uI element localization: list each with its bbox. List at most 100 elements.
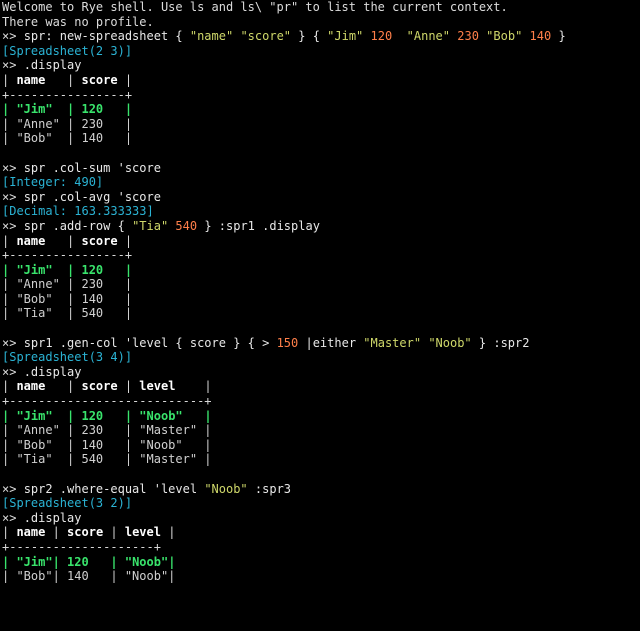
terminal-text: spr .add-row { — [23, 218, 133, 233]
terminal-line: | "Bob" | 140 | "Noob" | — [2, 438, 638, 453]
terminal-line: | "Tia" | 540 | "Master" | — [2, 452, 638, 467]
terminal-line: | "Anne" | 230 | — [2, 277, 638, 292]
terminal-text: | — [2, 379, 17, 394]
terminal-text: [Integer: 490] — [2, 175, 104, 190]
terminal-text: "Jim" — [16, 554, 53, 569]
terminal-text: | — [117, 233, 133, 248]
terminal-line: ×> .display — [2, 511, 638, 526]
terminal-text: | — [45, 72, 82, 87]
terminal-line: | name | score | level | — [2, 379, 638, 394]
shell-prompt: ×> — [2, 160, 24, 175]
terminal-text: | — [2, 554, 17, 569]
terminal-text: | — [88, 554, 125, 569]
terminal-text: | — [2, 262, 17, 277]
terminal-text: | — [2, 233, 17, 248]
shell-prompt: ×> — [2, 189, 24, 204]
terminal-text: 540 — [175, 218, 198, 233]
terminal-text: [Spreadsheet(3 2)] — [2, 496, 133, 511]
terminal-text: "Tia" — [132, 218, 169, 233]
terminal-text: | — [2, 72, 17, 87]
terminal-line: | "Bob" | 140 | — [2, 292, 638, 307]
terminal-line: | "Anne" | 230 | "Master" | — [2, 423, 638, 438]
terminal-text: [Decimal: 163.333333] — [2, 204, 154, 219]
terminal-text: | "Tia" | 540 | — [2, 306, 133, 321]
terminal-text: name — [16, 72, 46, 87]
terminal-line: Welcome to Rye shell. Use ls and ls\ "pr… — [2, 0, 638, 15]
terminal-text: spr1 .gen-col 'level { score } { > — [23, 335, 277, 350]
terminal-line: | "Jim" | 120 | — [2, 263, 638, 278]
terminal-text: 120 — [67, 554, 89, 569]
shell-prompt: ×> — [2, 58, 24, 73]
terminal-text: "Noob" — [204, 481, 248, 496]
terminal-line: +--------------------+ — [2, 540, 638, 555]
terminal-text: | — [52, 408, 82, 423]
terminal-text: "Noob" — [124, 554, 169, 569]
terminal-text: "score" — [240, 29, 292, 44]
terminal-text: spr .col-sum 'score — [23, 160, 161, 175]
terminal-text: | "Bob" | 140 | — [2, 291, 133, 306]
terminal-text: 230 — [457, 29, 479, 44]
terminal-line: | "Jim"| 120 | "Noob"| — [2, 555, 638, 570]
terminal-line: | "Bob" | 140 | — [2, 131, 638, 146]
terminal-text: "Noob" — [428, 335, 472, 350]
terminal-text: Welcome to Rye shell. Use ls and ls\ "pr… — [2, 0, 508, 14]
terminal-line: [Spreadsheet(3 2)] — [2, 496, 638, 511]
terminal-text: } — [551, 29, 566, 44]
terminal-text: | — [45, 525, 68, 540]
terminal-text: | — [103, 525, 125, 540]
terminal-line: ×> .display — [2, 58, 638, 73]
terminal-line: [Decimal: 163.333333] — [2, 204, 638, 219]
terminal-text: +--------------------+ — [2, 539, 161, 554]
terminal-text: 120 — [370, 29, 393, 44]
terminal-text: | — [2, 408, 17, 423]
terminal-line: | name | score | level | — [2, 525, 638, 540]
terminal-text: "Master" — [363, 335, 422, 350]
rye-shell-terminal[interactable]: Welcome to Rye shell. Use ls and ls\ "pr… — [0, 0, 640, 631]
terminal-text: |either — [298, 335, 364, 350]
terminal-text: } { — [291, 29, 328, 44]
shell-prompt: ×> — [2, 364, 24, 379]
terminal-text: "Noob" — [139, 408, 183, 423]
shell-prompt: ×> — [2, 481, 24, 496]
terminal-text: [Spreadsheet(3 4)] — [2, 350, 133, 365]
terminal-text: .display — [23, 58, 82, 73]
terminal-text: level — [124, 525, 161, 540]
terminal-text: level — [139, 379, 176, 394]
terminal-text: .display — [23, 364, 82, 379]
terminal-text: score — [67, 525, 104, 540]
terminal-text: | "Tia" | 540 | "Master" | — [2, 452, 212, 467]
terminal-text: name — [16, 233, 46, 248]
terminal-line: ×> spr .add-row { "Tia" 540 } :spr1 .dis… — [2, 219, 638, 234]
terminal-text: | "Anne" | 230 | — [2, 277, 133, 292]
terminal-text: | — [2, 525, 17, 540]
terminal-text: name — [16, 525, 46, 540]
terminal-text: 120 — [81, 102, 104, 117]
terminal-text: [Spreadsheet(2 3)] — [2, 43, 133, 58]
terminal-line: There was no profile. — [2, 15, 638, 30]
shell-prompt: ×> — [2, 218, 24, 233]
terminal-line: | "Jim" | 120 | "Noob" | — [2, 409, 638, 424]
terminal-text: | — [52, 554, 68, 569]
terminal-text: "Jim" — [327, 29, 364, 44]
terminal-text: | — [103, 408, 140, 423]
terminal-text: +----------------+ — [2, 248, 133, 263]
terminal-text: | — [103, 262, 133, 277]
terminal-line: ×> spr2 .where-equal 'level "Noob" :spr3 — [2, 482, 638, 497]
terminal-line: | name | score | — [2, 73, 638, 88]
terminal-text: +----------------+ — [2, 87, 133, 102]
terminal-text: | — [117, 379, 140, 394]
terminal-text: | — [103, 102, 133, 117]
terminal-text: score — [81, 233, 118, 248]
terminal-line: | "Anne" | 230 | — [2, 117, 638, 132]
terminal-text: "Bob" — [486, 29, 523, 44]
terminal-line: | name | score | — [2, 234, 638, 249]
terminal-line: ×> spr: new-spreadsheet { "name" "score"… — [2, 29, 638, 44]
terminal-text: spr: new-spreadsheet { — [23, 29, 190, 44]
terminal-text: score — [81, 72, 118, 87]
terminal-text: 150 — [276, 335, 299, 350]
shell-prompt: ×> — [2, 335, 24, 350]
